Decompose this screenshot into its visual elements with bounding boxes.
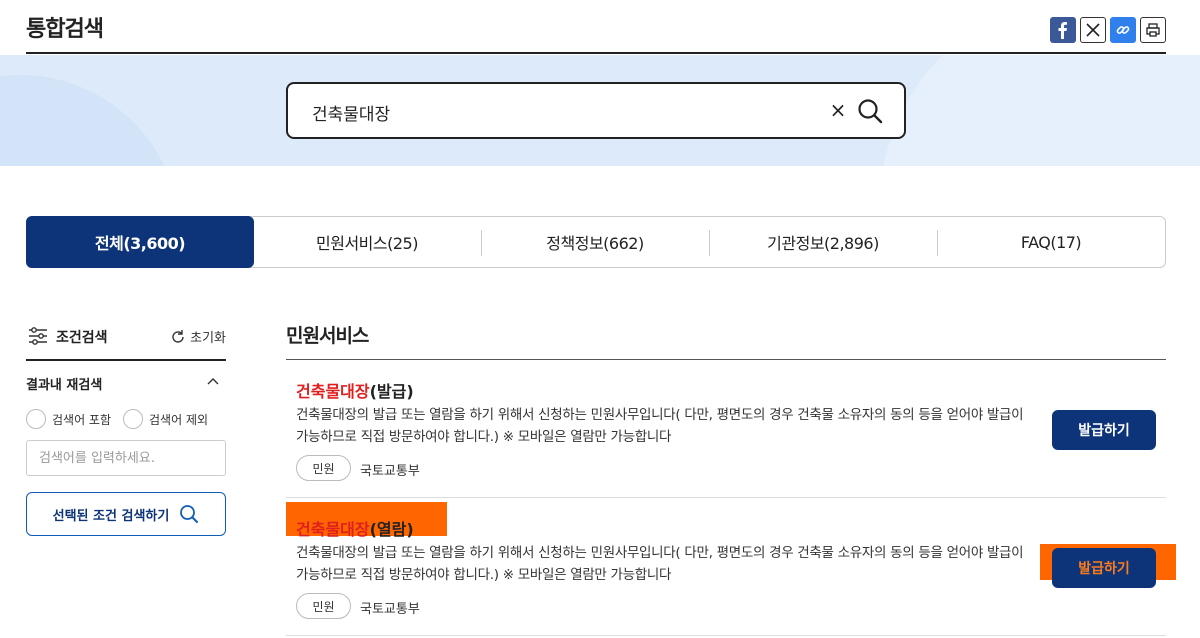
refresh-icon <box>172 329 184 343</box>
reset-button[interactable]: 초기화 <box>170 327 226 346</box>
radio-exclude-label: 검색어 제외 <box>149 412 209 427</box>
result-title-rest: (열람) <box>369 520 414 539</box>
issue-button[interactable]: 발급하기 <box>1052 548 1156 588</box>
filter-panel: 조건검색 초기화 결과내 재검색 검색어 포함 검색어 제외 선택된 조건 검색… <box>26 318 226 536</box>
agency-name: 국토교통부 <box>360 602 420 617</box>
result-title-highlight: 건축물대장 <box>296 520 370 539</box>
link-icon[interactable] <box>1110 17 1136 43</box>
radio-include[interactable]: 검색어 포함 <box>26 409 111 429</box>
radio-include-label: 검색어 포함 <box>52 412 112 427</box>
result-title-rest: (발급) <box>369 382 414 401</box>
share-bar <box>1050 17 1166 43</box>
agency-name: 국토교통부 <box>360 464 420 479</box>
category-tabs: 전체(3,600) 민원서비스(25) 정책정보(662) 기관정보(2,896… <box>26 216 1166 268</box>
apply-search-label: 선택된 조건 검색하기 <box>52 508 170 524</box>
chevron-up-icon[interactable] <box>206 376 220 386</box>
radio-exclude-circle[interactable] <box>123 409 144 429</box>
tab-civil-service[interactable]: 민원서비스(25) <box>253 217 481 267</box>
radio-exclude[interactable]: 검색어 제외 <box>123 409 208 429</box>
category-tag: 민원 <box>296 593 351 619</box>
search-band: 건축물대장 × <box>0 55 1200 166</box>
clear-icon[interactable]: × <box>828 98 848 122</box>
page-title: 통합검색 <box>26 17 104 42</box>
refine-options: 검색어 포함 검색어 제외 <box>26 409 208 429</box>
result-title[interactable]: 건축물대장(발급) <box>296 378 414 402</box>
search-input[interactable]: 건축물대장 × <box>286 82 906 139</box>
search-icon <box>180 505 199 523</box>
apply-search-button[interactable]: 선택된 조건 검색하기 <box>26 492 226 536</box>
result-title[interactable]: 건축물대장(열람) <box>296 516 414 540</box>
results-section: 민원서비스 건축물대장(발급) 건축물대장의 발급 또는 열람을 하기 위해서 … <box>286 318 1176 636</box>
reset-label: 초기화 <box>190 331 226 346</box>
result-description: 건축물대장의 발급 또는 열람을 하기 위해서 신청하는 민원사무입니다( 다만… <box>296 407 1024 445</box>
band-decoration <box>880 55 1200 166</box>
result-item: 건축물대장(열람) 건축물대장의 발급 또는 열람을 하기 위해서 신청하는 민… <box>286 498 1176 636</box>
result-item: 건축물대장(발급) 건축물대장의 발급 또는 열람을 하기 위해서 신청하는 민… <box>286 360 1166 498</box>
page-header: 통합검색 <box>26 0 1166 54</box>
tab-agency[interactable]: 기관정보(2,896) <box>709 217 937 267</box>
x-icon[interactable] <box>1080 17 1106 43</box>
radio-include-circle[interactable] <box>26 409 46 429</box>
search-value: 건축물대장 <box>312 105 391 125</box>
search-icon[interactable] <box>856 97 884 125</box>
facebook-icon[interactable] <box>1050 17 1076 43</box>
result-title-highlight: 건축물대장 <box>296 382 370 401</box>
refine-title: 결과내 재검색 <box>26 378 103 393</box>
tab-faq[interactable]: FAQ(17) <box>937 217 1165 267</box>
issue-button[interactable]: 발급하기 <box>1052 410 1156 450</box>
result-description: 건축물대장의 발급 또는 열람을 하기 위해서 신청하는 민원사무입니다( 다만… <box>296 545 1024 583</box>
tab-all[interactable]: 전체(3,600) <box>26 216 254 268</box>
section-title: 민원서비스 <box>286 318 1166 360</box>
tab-policy[interactable]: 정책정보(662) <box>481 217 709 267</box>
filter-title: 조건검색 <box>56 330 108 346</box>
sliders-icon <box>29 327 47 345</box>
print-icon[interactable] <box>1140 17 1166 43</box>
band-decoration <box>0 75 180 166</box>
filter-header: 조건검색 초기화 <box>26 318 226 361</box>
refine-input[interactable] <box>26 440 226 476</box>
category-tag: 민원 <box>296 455 351 481</box>
